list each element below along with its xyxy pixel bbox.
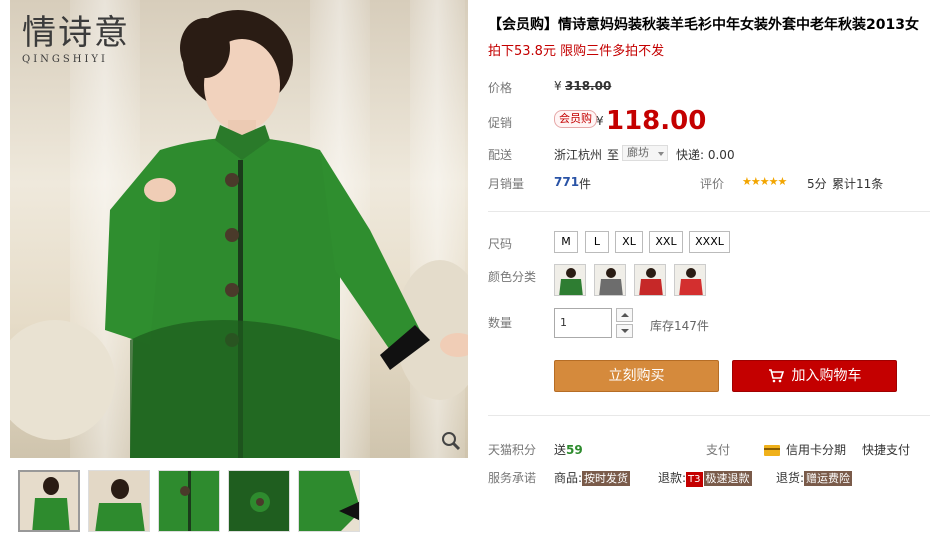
monthly-sales-unit: 件 (579, 177, 592, 191)
brand-name-cn: 情诗意 (22, 13, 130, 53)
cart-icon (768, 369, 784, 383)
thumbnail[interactable] (18, 470, 80, 532)
decrement-icon[interactable] (616, 324, 633, 338)
promo-price-label: 促销 (488, 116, 513, 130)
product-title: 【会员购】情诗意妈妈装秋装羊毛衫中年女装外套中老年秋装2013女 (488, 17, 919, 33)
shipping-origin: 浙江杭州 (554, 148, 603, 162)
size-option-xxl[interactable]: XXL (649, 231, 683, 253)
color-label: 颜色分类 (488, 270, 537, 284)
price-label: 价格 (488, 81, 513, 95)
color-option-gray[interactable] (594, 264, 626, 296)
review-count[interactable]: 累计11条 (832, 175, 883, 192)
product-info: 【会员购】情诗意妈妈装秋装羊毛衫中年女装外套中老年秋装2013女 拍下53.8元… (488, 0, 930, 552)
zoom-icon[interactable] (440, 430, 462, 452)
divider (488, 211, 930, 212)
currency-symbol: ¥ (596, 114, 604, 128)
member-tag: 会员购 (554, 110, 597, 128)
points-prefix: 送 (554, 443, 567, 457)
color-option-red[interactable] (634, 264, 666, 296)
add-to-cart-label: 加入购物车 (791, 368, 862, 384)
brand-logo: 情诗意 QINGSHIYI (22, 14, 152, 74)
original-price: 318.00 (565, 79, 612, 93)
quantity-input[interactable]: 1 (554, 308, 612, 338)
shipping-label: 配送 (488, 148, 513, 162)
size-option-xl[interactable]: XL (615, 231, 643, 253)
thumbnail[interactable] (88, 470, 150, 532)
color-option-red-orange[interactable] (674, 264, 706, 296)
size-option-xxxl[interactable]: XXXL (689, 231, 730, 253)
current-price: 118.00 (606, 106, 707, 136)
shipping-fee: 快递: 0.00 (676, 148, 735, 162)
quantity-label: 数量 (488, 316, 513, 330)
promo-text: 拍下53.8元 限购三件多拍不发 (488, 44, 665, 59)
quick-pay[interactable]: 快捷支付 (862, 441, 910, 458)
pay-label: 支付 (706, 443, 731, 457)
credit-installment[interactable]: 信用卡分期 (764, 441, 846, 458)
service-goods-label: 商品: (554, 471, 583, 485)
points-value-wrap: 送59 (554, 441, 583, 458)
thumbnail[interactable] (158, 470, 220, 532)
destination-value: 廊坊 (627, 146, 649, 159)
stock-text: 库存147件 (650, 319, 709, 333)
divider (488, 415, 930, 416)
fast-refund-tag[interactable]: 极速退款 (703, 471, 752, 486)
rating-score: 5分 (807, 177, 827, 191)
thumbnail[interactable] (298, 470, 360, 532)
service-return-label: 退货: (776, 471, 805, 485)
credit-installment-label: 信用卡分期 (786, 443, 847, 457)
service-goods: 商品: 按时发货 (554, 469, 631, 486)
points-value: 59 (566, 443, 583, 457)
chevron-down-icon (658, 152, 664, 156)
service-return: 退货: 赠运费险 (776, 469, 853, 486)
monthly-sales-label: 月销量 (488, 177, 525, 191)
increment-icon[interactable] (616, 308, 633, 322)
service-refund: 退款: T3 极速退款 (658, 469, 752, 487)
size-option-m[interactable]: M (554, 231, 578, 253)
color-option-green[interactable] (554, 264, 586, 296)
currency-symbol: ¥ (554, 79, 562, 93)
buy-now-button[interactable]: 立刻购买 (554, 360, 719, 392)
brand-name-en: QINGSHIYI (22, 54, 108, 65)
product-gallery: 情诗意 QINGSHIYI (10, 0, 470, 552)
monthly-sales-count: 771 (554, 175, 580, 189)
rating-label: 评价 (700, 177, 725, 191)
service-refund-label: 退款: (658, 471, 687, 485)
shipping-insurance-tag[interactable]: 赠运费险 (804, 471, 853, 486)
rating-stars: ★★★★★ (742, 175, 787, 188)
thumbnail[interactable] (228, 470, 290, 532)
credit-card-icon (764, 445, 780, 456)
destination-select[interactable]: 廊坊 (622, 145, 668, 161)
size-option-l[interactable]: L (585, 231, 609, 253)
main-product-image[interactable]: 情诗意 QINGSHIYI (10, 0, 468, 458)
add-to-cart-button[interactable]: 加入购物车 (732, 360, 897, 392)
on-time-delivery-tag[interactable]: 按时发货 (582, 471, 631, 486)
points-label: 天猫积分 (488, 443, 537, 457)
shipping-to: 至 (607, 148, 620, 162)
service-label: 服务承诺 (488, 471, 537, 485)
t3-badge: T3 (686, 472, 703, 487)
size-label: 尺码 (488, 237, 513, 251)
